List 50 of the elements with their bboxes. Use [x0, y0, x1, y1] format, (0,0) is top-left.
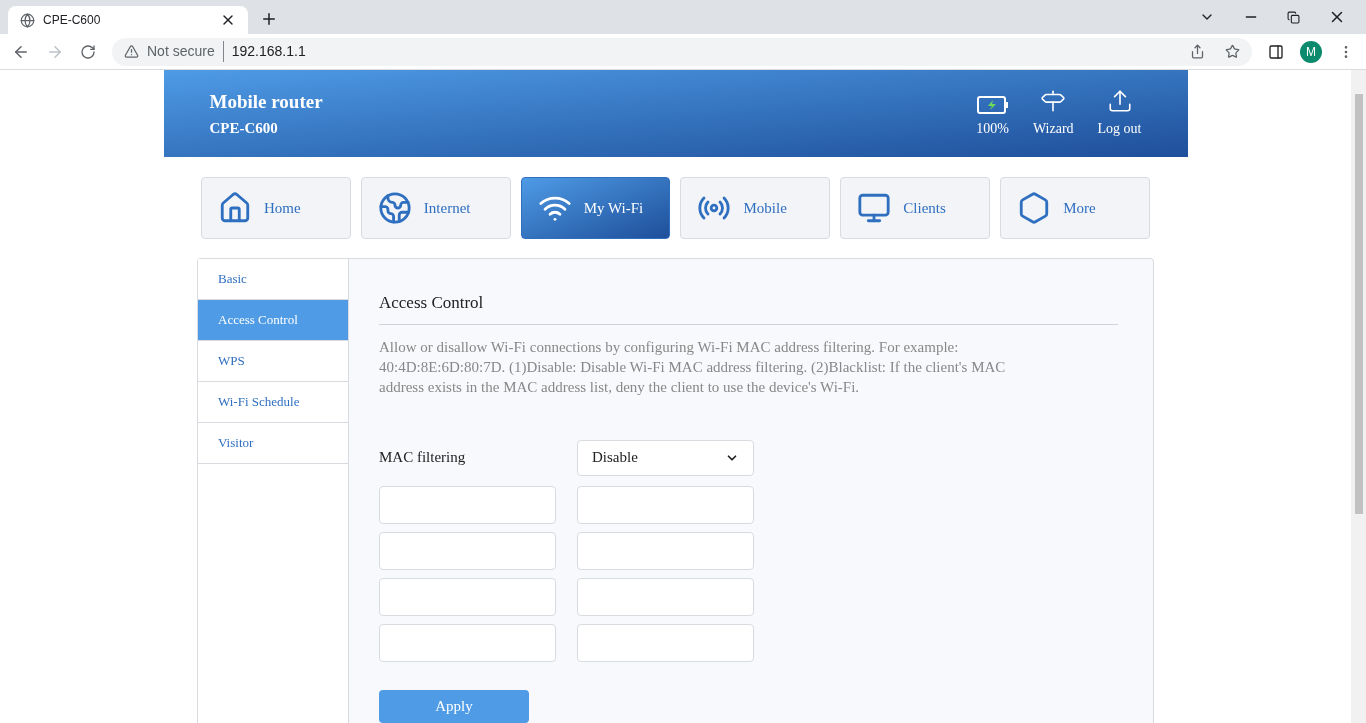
- mac-address-field[interactable]: [577, 531, 754, 570]
- section-title: Access Control: [379, 290, 1118, 325]
- share-icon[interactable]: [1190, 44, 1205, 59]
- security-label: Not secure: [147, 41, 224, 62]
- sidebar-item[interactable]: Wi-Fi Schedule: [198, 382, 348, 423]
- url-text: 192.168.1.1: [231, 42, 306, 61]
- field-label: MAC filtering: [379, 448, 467, 468]
- new-tab-icon[interactable]: [260, 10, 278, 28]
- mac-filtering-select[interactable]: Disable: [577, 439, 754, 476]
- signpost-icon: [1040, 88, 1067, 114]
- router-model: CPE-C600: [209, 118, 279, 138]
- nav-tab[interactable]: My Wi-Fi: [520, 177, 671, 239]
- address-bar[interactable]: Not secure 192.168.1.1: [112, 37, 1252, 66]
- router-title: Mobile router: [209, 90, 324, 114]
- mac-address-field[interactable]: [379, 531, 556, 570]
- battery-icon: [976, 96, 1009, 114]
- mac-address-field[interactable]: [379, 485, 556, 524]
- warning-icon: [124, 44, 139, 59]
- mac-address-field[interactable]: [379, 577, 556, 616]
- nav-tab[interactable]: Home: [201, 177, 351, 239]
- monitor-icon: [857, 191, 892, 225]
- globe-icon: [20, 12, 35, 28]
- sidebar-item[interactable]: Visitor: [198, 423, 348, 464]
- house-icon: [218, 191, 252, 225]
- nav-tab[interactable]: Clients: [840, 177, 991, 239]
- reload-icon[interactable]: [80, 43, 96, 60]
- sidebar-item[interactable]: Access Control: [198, 300, 348, 341]
- profile-avatar[interactable]: M: [1300, 40, 1322, 63]
- nav-tab[interactable]: Mobile: [680, 177, 831, 239]
- tab-title: CPE-C600: [43, 12, 102, 29]
- description-text: Allow or disallow Wi-Fi connections by configuring Wi-Fi MAC address filtering. For example: 40:4D:8E:6D:80:7D. (1)Disable: Disable Wi-Fi MAC address filtering. (2)Blacklist: If the client's MAC address exists in the MAC address list, deny the client to use the device's Wi-Fi.: [379, 337, 1007, 397]
- apply-button[interactable]: Apply: [379, 689, 529, 723]
- mac-address-field[interactable]: [577, 577, 754, 616]
- scrollbar-thumb[interactable]: [1354, 94, 1363, 514]
- bookmark-icon[interactable]: [1225, 44, 1240, 59]
- browser-tab[interactable]: CPE-C600: [8, 6, 248, 34]
- globe-icon: [377, 191, 412, 225]
- upload-icon: [1106, 88, 1133, 114]
- nav-tab[interactable]: More: [1000, 177, 1150, 239]
- mac-address-field[interactable]: [577, 485, 754, 524]
- nav-tab[interactable]: Internet: [360, 177, 511, 239]
- header-action[interactable]: Wizard: [1032, 88, 1074, 139]
- battery-level: 100%: [976, 120, 1009, 138]
- header-action[interactable]: Log out: [1097, 88, 1142, 139]
- sidebar-item[interactable]: WPS: [198, 341, 348, 382]
- side-panel-icon[interactable]: [1268, 43, 1284, 60]
- mac-address-field[interactable]: [379, 623, 556, 662]
- mac-address-field[interactable]: [577, 623, 754, 662]
- restore-icon[interactable]: [1287, 10, 1300, 24]
- select-value: Disable: [592, 448, 639, 468]
